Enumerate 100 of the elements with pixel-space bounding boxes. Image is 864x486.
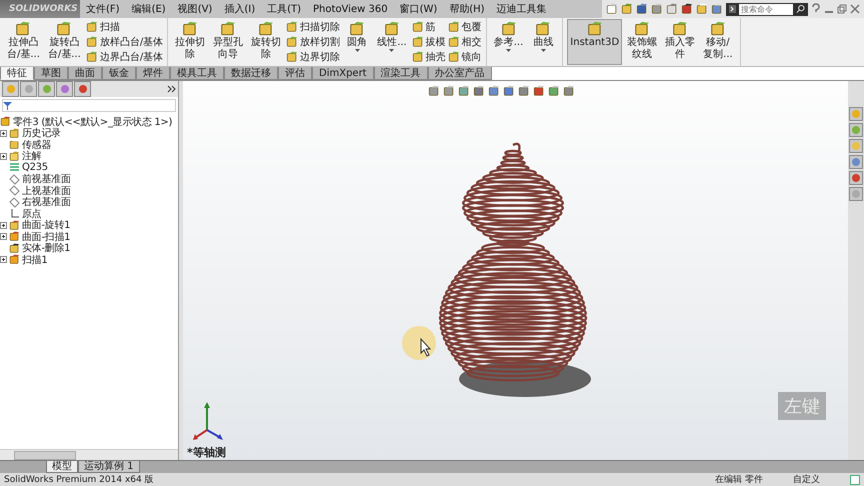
ribbon-button[interactable]: 扫描切除 (286, 20, 340, 34)
ribbon-button[interactable]: 装饰螺 纹线 (624, 19, 660, 65)
expand-icon[interactable] (0, 130, 7, 137)
expand-icon[interactable] (0, 152, 7, 160)
tab[interactable]: 特征 (0, 67, 34, 80)
search-icon[interactable] (796, 4, 805, 14)
menu-item[interactable]: 窗口(W) (394, 2, 444, 16)
expand-icon[interactable] (0, 256, 7, 264)
tree-item[interactable]: 右视基准面 (0, 196, 178, 208)
menu-item[interactable]: 视图(V) (172, 2, 218, 16)
ribbon-button[interactable]: 圆角 (342, 19, 372, 65)
panel-tab[interactable] (2, 81, 19, 97)
origin-icon (9, 208, 20, 220)
ribbon-button[interactable]: 拉伸切 除 (172, 19, 208, 65)
view-orientation-label: *等轴测 (187, 445, 226, 460)
logo: SOLIDWORKS (0, 0, 80, 18)
ribbon-button[interactable]: 包覆 (448, 20, 482, 34)
filter-icon (3, 101, 12, 110)
tree-item[interactable]: 扫描1 (0, 254, 178, 266)
filter-field[interactable] (2, 99, 176, 112)
caret-icon[interactable] (506, 49, 511, 53)
material-icon (9, 162, 20, 174)
tab[interactable]: 焊件 (136, 67, 170, 80)
close-icon[interactable] (850, 4, 860, 14)
tree-item[interactable]: Q235 (0, 162, 178, 174)
ribbon-button[interactable]: 抽壳 (412, 50, 446, 64)
tree-item[interactable]: 注解 (0, 150, 178, 162)
tree-item[interactable]: 前视基准面 (0, 174, 178, 185)
tree-item[interactable]: 上视基准面 (0, 185, 178, 196)
caret-icon[interactable] (354, 49, 360, 53)
menu-item[interactable]: 工具(T) (261, 2, 308, 16)
ribbon-button[interactable]: 拉伸凸 台/基... (4, 19, 43, 65)
ribbon-button[interactable]: 插入零 件 (662, 19, 698, 65)
ribbon-button[interactable]: 镜向 (448, 50, 482, 64)
task-pane-icon[interactable] (849, 155, 863, 169)
ribbon-button[interactable]: 旋转切 除 (248, 19, 284, 65)
folder-icon (621, 3, 633, 15)
search-field[interactable]: 搜索命令 (726, 2, 808, 16)
menu-item[interactable]: 迈迪工具集 (490, 2, 553, 16)
ribbon-button[interactable]: 旋转凸 台/基... (44, 19, 84, 65)
tree-item[interactable]: 实体-删除1 (0, 242, 178, 254)
status-text: 在编辑 零件 (715, 474, 763, 486)
task-pane-icon[interactable] (849, 171, 863, 185)
ribbon-button[interactable]: 拔模 (412, 34, 446, 49)
ribbon-button[interactable]: 曲线 (528, 19, 558, 65)
panel-tab[interactable] (38, 81, 55, 97)
plane-icon (9, 174, 20, 185)
terminal-icon (729, 5, 736, 13)
tree-item[interactable]: 曲面-扫描1 (0, 231, 178, 242)
ribbon-button[interactable]: 放样凸台/基体 (86, 34, 164, 49)
tab[interactable]: 模型 (46, 461, 78, 473)
tab[interactable]: 曲面 (68, 67, 102, 80)
ribbon-button[interactable]: 扫描 (86, 20, 164, 34)
chevron-icon[interactable] (167, 85, 176, 93)
task-pane-icon[interactable] (849, 123, 863, 137)
tab[interactable]: 运动算例 1 (78, 461, 140, 473)
panel-tab[interactable] (74, 81, 91, 97)
plane-icon (9, 196, 20, 208)
task-pane-icon[interactable] (849, 187, 863, 201)
menu-item[interactable]: PhotoView 360 (307, 4, 394, 14)
task-pane-icon[interactable] (849, 139, 863, 153)
ribbon-button[interactable]: 参考... (490, 19, 526, 65)
expand-icon[interactable] (0, 233, 7, 240)
ribbon-button[interactable]: 边界切除 (286, 50, 340, 64)
folder-icon (9, 128, 20, 139)
caret-icon[interactable] (389, 49, 394, 53)
caret-icon[interactable] (540, 49, 546, 53)
task-pane-icon[interactable] (849, 107, 863, 121)
tree-item[interactable]: 传感器 (0, 139, 178, 150)
tab[interactable]: 模具工具 (170, 67, 224, 80)
tab[interactable]: 数据迁移 (224, 67, 278, 80)
panel-tab[interactable] (20, 81, 37, 97)
tab[interactable]: 评估 (278, 67, 312, 80)
tab[interactable]: DimXpert (312, 67, 374, 80)
menu-item[interactable]: 编辑(E) (126, 2, 172, 16)
ribbon-button[interactable]: 边界凸台/基体 (86, 50, 164, 64)
ribbon-button[interactable]: 线性... (374, 19, 410, 65)
tab[interactable]: 钣金 (102, 67, 136, 80)
panel-tab[interactable] (56, 81, 73, 97)
tab[interactable]: 草图 (34, 67, 68, 80)
ribbon-button[interactable]: 异型孔 向导 (210, 19, 246, 65)
tree-item[interactable]: 历史记录 (0, 128, 178, 139)
units-label[interactable]: 自定义 (793, 473, 820, 486)
tab[interactable]: 办公室产品 (428, 67, 492, 80)
menu-item[interactable]: 插入(I) (218, 2, 262, 16)
tree-item[interactable]: 原点 (0, 208, 178, 220)
ribbon-button[interactable]: 移动/ 复制... (700, 19, 736, 65)
status-text: SolidWorks Premium 2014 x64 版 (4, 474, 154, 486)
ribbon-button[interactable]: 放样切割 (286, 34, 340, 49)
tree-item[interactable]: 零件3 (默认<<默认>_显示状态 1>) (0, 116, 178, 128)
tab[interactable]: 渲染工具 (374, 67, 428, 80)
scrollbar-thumb[interactable] (14, 450, 76, 460)
restore-icon[interactable] (837, 4, 847, 14)
expand-icon[interactable] (0, 222, 7, 229)
ribbon-button[interactable]: Instant3D (567, 19, 622, 65)
ribbon-button[interactable]: 相交 (448, 34, 482, 49)
menu-item[interactable]: 帮助(H) (443, 2, 491, 16)
ribbon-button[interactable]: 筋 (412, 20, 446, 34)
tree-item[interactable]: 曲面-旋转1 (0, 220, 178, 231)
menu-item[interactable]: 文件(F) (80, 2, 126, 16)
